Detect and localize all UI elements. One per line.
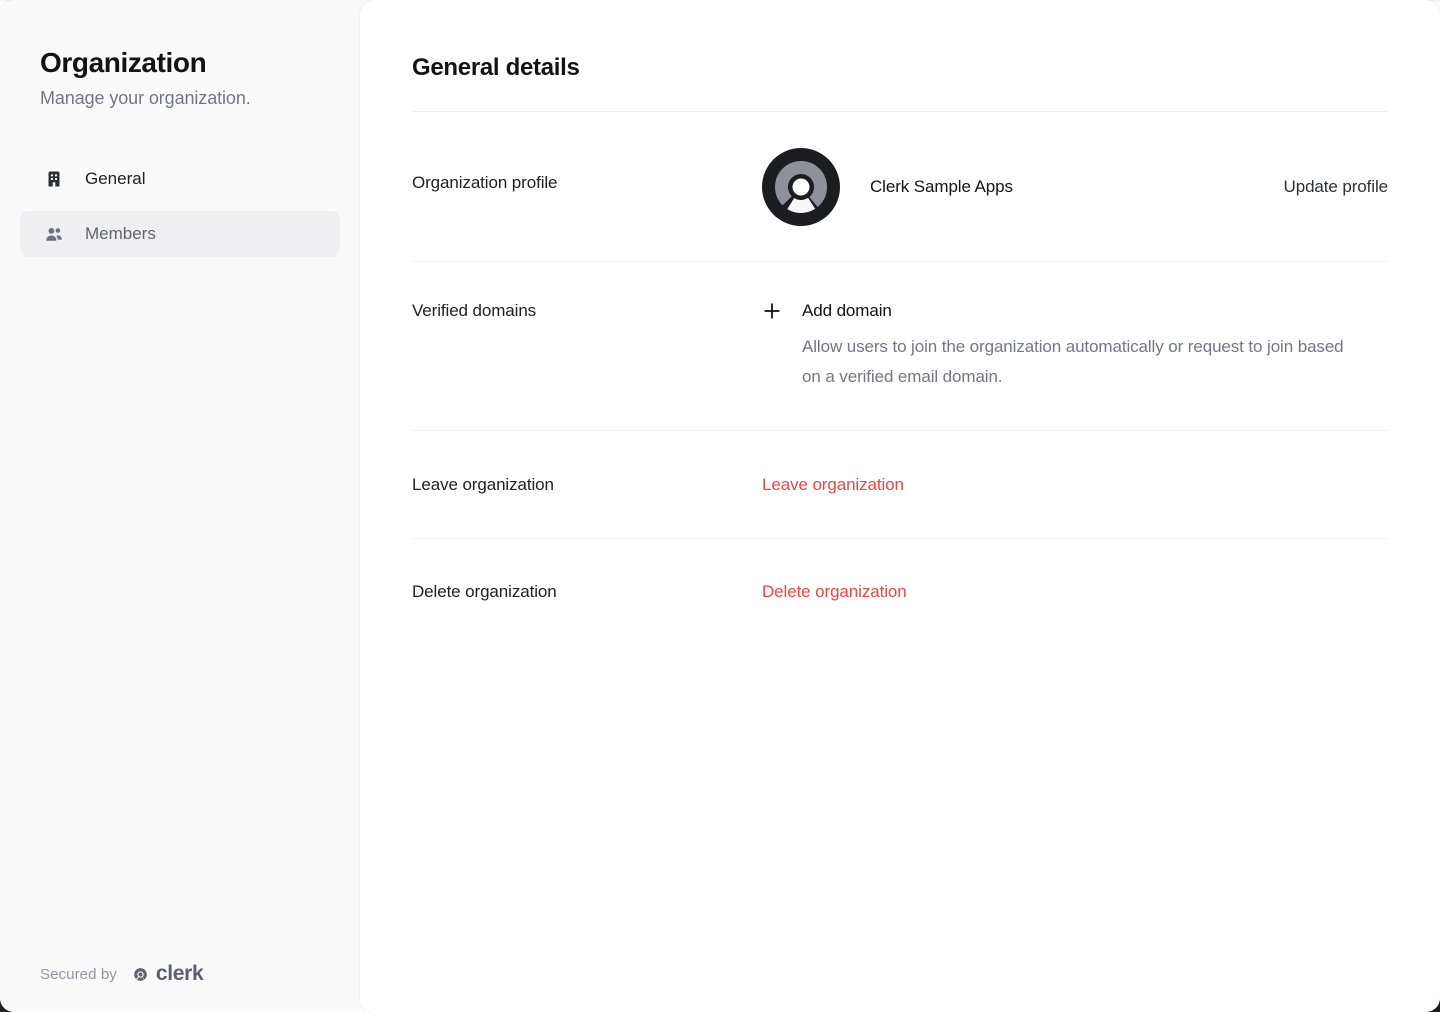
clerk-brand: clerk bbox=[131, 962, 204, 986]
main-panel: General details Organization profile Cle… bbox=[360, 0, 1440, 1012]
delete-organization-label: Delete organization bbox=[412, 579, 762, 605]
sidebar-item-members[interactable]: Members bbox=[20, 211, 340, 257]
add-domain-button[interactable]: Add domain bbox=[762, 298, 1388, 324]
page-subtitle: Manage your organization. bbox=[40, 86, 320, 110]
sidebar-header: Organization Manage your organization. bbox=[40, 46, 320, 110]
add-domain-label: Add domain bbox=[802, 298, 892, 324]
users-icon bbox=[44, 224, 64, 244]
organization-avatar bbox=[762, 148, 840, 226]
verified-domains-row: Verified domains Add domain Allow users … bbox=[412, 262, 1388, 430]
organization-profile-label: Organization profile bbox=[412, 148, 762, 226]
sidebar-nav: General Members bbox=[20, 156, 340, 257]
secured-by-clerk-badge[interactable]: Secured by clerk bbox=[40, 962, 203, 986]
delete-organization-row: Delete organization Delete organization bbox=[412, 539, 1388, 645]
leave-organization-row: Leave organization Leave organization bbox=[412, 431, 1388, 538]
secured-by-text: Secured by bbox=[40, 966, 117, 983]
update-profile-button[interactable]: Update profile bbox=[1284, 177, 1388, 197]
leave-organization-label: Leave organization bbox=[412, 472, 762, 498]
organization-profile-content: Clerk Sample Apps Update profile bbox=[762, 148, 1388, 226]
sidebar-item-general[interactable]: General bbox=[20, 156, 340, 202]
verified-domains-content: Add domain Allow users to join the organ… bbox=[762, 298, 1388, 392]
sidebar-item-label: Members bbox=[85, 224, 156, 244]
organization-name: Clerk Sample Apps bbox=[870, 177, 1013, 197]
organization-profile-row: Organization profile Clerk Sample Apps U… bbox=[412, 112, 1388, 261]
organization-profile-card: Organization Manage your organization. G… bbox=[0, 0, 1440, 1012]
leave-organization-button[interactable]: Leave organization bbox=[762, 472, 904, 498]
add-domain-description: Allow users to join the organization aut… bbox=[802, 332, 1347, 392]
verified-domains-label: Verified domains bbox=[412, 298, 762, 392]
clerk-logo-icon bbox=[131, 965, 150, 984]
section-heading: General details bbox=[412, 52, 1388, 84]
delete-organization-button[interactable]: Delete organization bbox=[762, 579, 907, 605]
sidebar: Organization Manage your organization. G… bbox=[0, 0, 360, 1012]
clerk-wordmark: clerk bbox=[156, 962, 204, 986]
clerk-logo-avatar-icon bbox=[762, 148, 840, 226]
building-icon bbox=[44, 169, 64, 189]
sidebar-item-label: General bbox=[85, 169, 145, 189]
page-title: Organization bbox=[40, 46, 320, 80]
plus-icon bbox=[762, 301, 782, 321]
